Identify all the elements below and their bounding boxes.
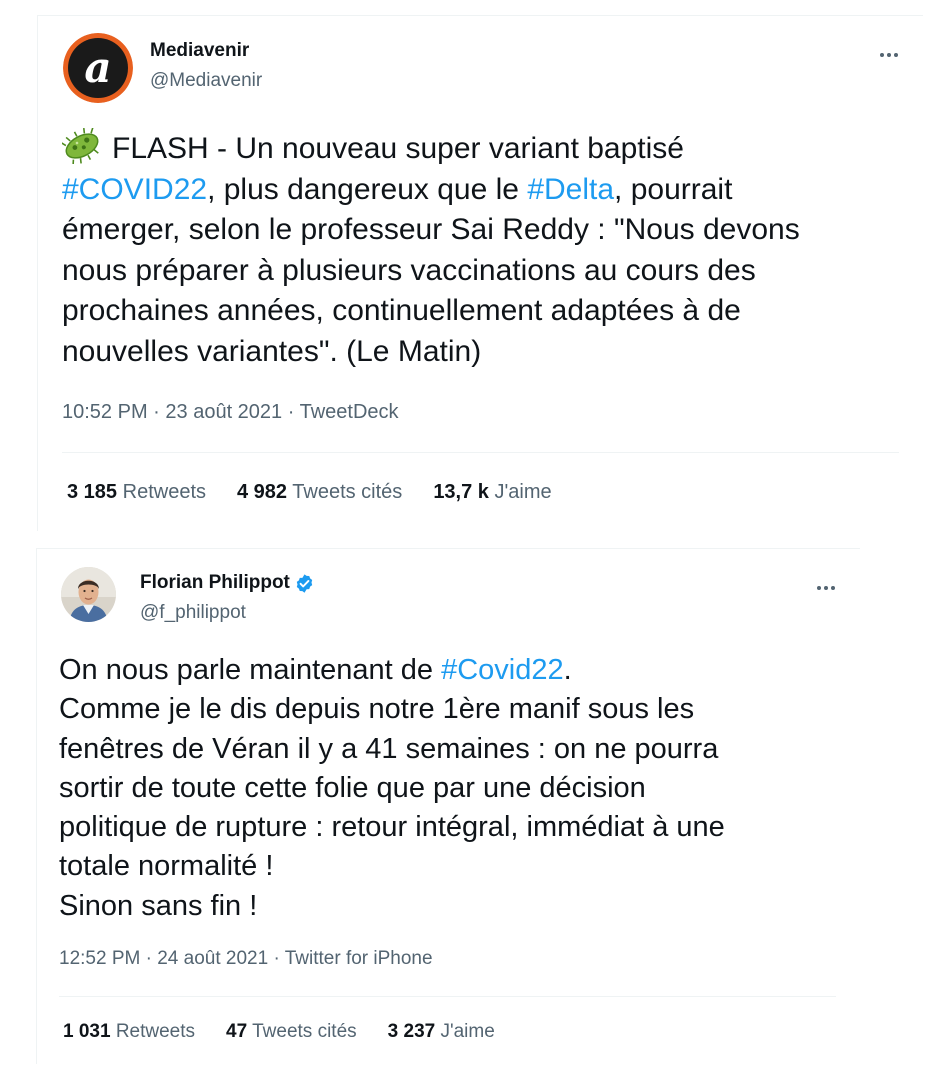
verified-badge-icon — [296, 573, 313, 593]
tweet-line: nous préparer à plusieurs vaccinations a… — [62, 253, 756, 287]
avatar[interactable] — [61, 567, 116, 622]
tweet-line: On nous parle maintenant de #Covid22. — [59, 651, 849, 690]
author-name[interactable]: Mediavenir — [150, 40, 249, 62]
tweet-text-segment: FLASH - Un nouveau super variant baptisé — [112, 132, 684, 165]
tweet-stats: 1 031 Retweets 47 Tweets cités 3 237 J'a… — [63, 1021, 526, 1043]
tweet-line: Comme je le dis depuis notre 1ère manif … — [59, 693, 695, 726]
author-row: Mediavenir — [150, 40, 249, 62]
tweet-time[interactable]: 10:52 PM — [62, 401, 148, 423]
tweet-card[interactable]: Florian Philippot @f_philippot On nous p… — [36, 548, 860, 1064]
tweet-line: fenêtres de Véran il y a 41 semaines : o… — [59, 732, 719, 765]
hashtag-link[interactable]: #Covid22 — [441, 654, 564, 686]
meta-separator: · — [282, 401, 300, 423]
tweet-line: totale normalité ! — [59, 850, 274, 883]
meta-separator: · — [268, 948, 285, 969]
tweet-source[interactable]: Twitter for iPhone — [285, 948, 433, 969]
author-handle[interactable]: @Mediavenir — [150, 70, 262, 92]
meta-separator: · — [140, 948, 158, 969]
stat-quote-tweets[interactable]: 4 982 Tweets cités — [237, 481, 402, 504]
tweet-line: sortir de toute cette folie que par une … — [59, 771, 646, 804]
tweet-line: Sinon sans fin ! — [59, 889, 258, 922]
divider — [62, 452, 899, 453]
stat-retweets[interactable]: 1 031 Retweets — [63, 1021, 195, 1043]
tweet-line: nouvelles variantes". (Le Matin) — [62, 334, 482, 368]
avatar[interactable]: a — [63, 33, 133, 103]
tweet-date[interactable]: 23 août 2021 — [165, 401, 282, 423]
microbe-icon — [62, 128, 99, 164]
avatar-letter: a — [84, 43, 111, 92]
tweet-meta: 12:52 PM · 24 août 2021 · Twitter for iP… — [59, 948, 433, 970]
tweet-text-segment: On nous parle maintenant de — [59, 654, 442, 686]
tweet-text-segment: , pourrait — [614, 172, 733, 206]
tweet-line: émerger, selon le professeur Sai Reddy :… — [62, 213, 800, 247]
tweet-meta: 10:52 PM · 23 août 2021 · TweetDeck — [62, 401, 399, 424]
tweet-source[interactable]: TweetDeck — [300, 401, 399, 423]
tweet-card[interactable]: a Mediavenir @Mediavenir FLASH - Un nouv… — [37, 15, 923, 531]
divider — [59, 996, 836, 997]
tweet-stats: 3 185 Retweets 4 982 Tweets cités 13,7 k… — [67, 481, 583, 504]
tweet-line: politique de rupture : retour intégral, … — [59, 811, 725, 844]
more-options-icon[interactable] — [878, 44, 899, 62]
meta-separator: · — [147, 401, 166, 423]
tweet-line: prochaines années, continuellement adapt… — [62, 294, 741, 328]
author-handle[interactable]: @f_philippot — [140, 602, 246, 624]
hashtag-link[interactable]: #Delta — [527, 173, 614, 206]
more-options-icon[interactable] — [815, 577, 836, 595]
author-name[interactable]: Florian Philippot — [140, 572, 290, 594]
author-row: Florian Philippot — [140, 572, 315, 594]
tweet-time[interactable]: 12:52 PM — [59, 948, 140, 969]
tweet-text: On nous parle maintenant de #Covid22. Co… — [59, 651, 849, 926]
tweet-text: FLASH - Un nouveau super variant baptisé… — [62, 128, 912, 373]
tweet-text-segment: . — [563, 654, 572, 686]
tweet-text-segment: , plus dangereux que le — [207, 172, 528, 206]
tweet-line: FLASH - Un nouveau super variant baptisé — [62, 128, 912, 170]
hashtag-link[interactable]: #COVID22 — [62, 173, 207, 206]
stat-likes[interactable]: 13,7 k J'aime — [433, 481, 551, 504]
stat-retweets[interactable]: 3 185 Retweets — [67, 481, 206, 504]
stat-quote-tweets[interactable]: 47 Tweets cités — [226, 1021, 357, 1043]
tweet-line: #COVID22, plus dangereux que le #Delta, … — [62, 170, 912, 211]
stat-likes[interactable]: 3 237 J'aime — [388, 1021, 495, 1043]
tweet-date[interactable]: 24 août 2021 — [157, 948, 268, 969]
